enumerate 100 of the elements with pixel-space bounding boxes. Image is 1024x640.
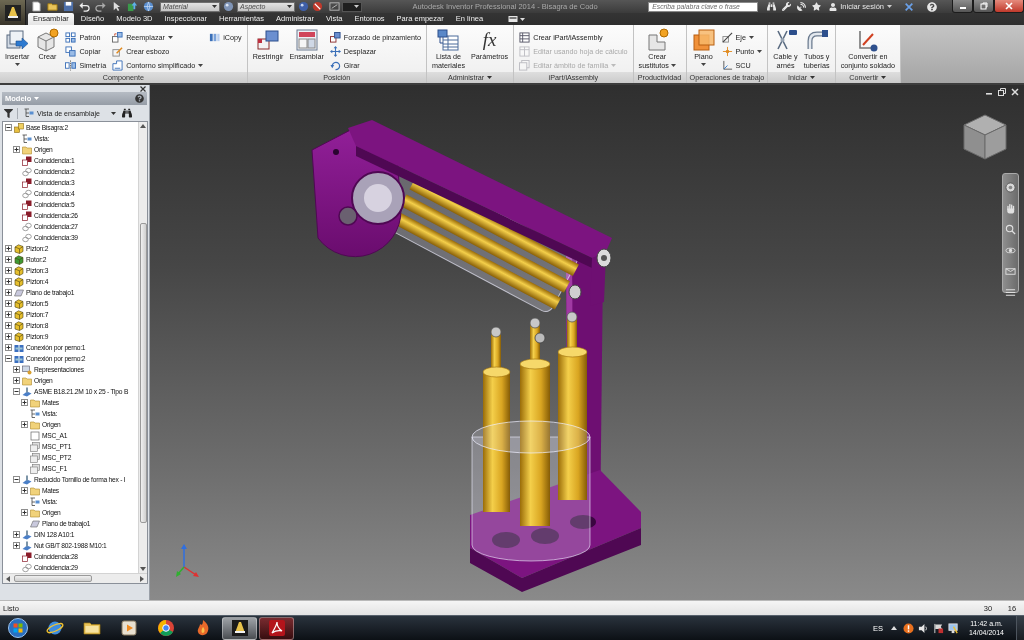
close-button[interactable] bbox=[994, 0, 1024, 13]
help-icon bbox=[927, 1, 937, 12]
expand-toggle[interactable] bbox=[21, 399, 28, 406]
expand-toggle[interactable] bbox=[5, 344, 12, 351]
folder-icon bbox=[30, 419, 40, 430]
tools-button[interactable] bbox=[779, 0, 794, 13]
collapse-toggle[interactable] bbox=[13, 476, 20, 483]
menu-lines-icon[interactable] bbox=[1005, 287, 1016, 298]
taskbar-button[interactable] bbox=[259, 616, 294, 640]
undo-icon bbox=[78, 1, 90, 12]
bars-icon bbox=[209, 31, 221, 43]
collapse-toggle[interactable] bbox=[5, 355, 12, 362]
grid-squares-icon bbox=[65, 31, 77, 43]
envelope-icon[interactable] bbox=[1005, 266, 1016, 277]
view-cube[interactable] bbox=[963, 113, 1008, 161]
expand-toggle[interactable] bbox=[5, 245, 12, 252]
expand-toggle[interactable] bbox=[5, 256, 12, 263]
caret-icon bbox=[701, 62, 707, 66]
model-viewport[interactable] bbox=[150, 85, 1024, 600]
view-tree-icon bbox=[22, 133, 32, 144]
expand-toggle[interactable] bbox=[5, 278, 12, 285]
undo-button[interactable] bbox=[77, 0, 91, 13]
expand-toggle[interactable] bbox=[13, 146, 20, 153]
minimize-button[interactable] bbox=[952, 0, 973, 13]
open-button[interactable] bbox=[45, 0, 59, 13]
exchange-button[interactable] bbox=[902, 0, 916, 13]
expand-toggle[interactable] bbox=[13, 366, 20, 373]
view-tree-icon bbox=[30, 496, 40, 507]
speaker-icon[interactable] bbox=[917, 622, 929, 634]
play-tile-icon bbox=[119, 619, 138, 637]
satellite-dish-icon bbox=[796, 2, 806, 11]
scroll-right-arrow-icon bbox=[140, 575, 144, 582]
collapse-toggle[interactable] bbox=[5, 124, 12, 131]
show-desktop-button[interactable] bbox=[1016, 615, 1024, 640]
expand-toggle[interactable] bbox=[21, 487, 28, 494]
taskbar-button[interactable] bbox=[222, 616, 257, 640]
constraint-squares-icon bbox=[22, 210, 32, 221]
expand-toggle[interactable] bbox=[21, 421, 28, 428]
communication-button[interactable] bbox=[794, 0, 809, 13]
expand-toggle[interactable] bbox=[13, 542, 20, 549]
expand-toggle[interactable] bbox=[13, 531, 20, 538]
scrollbar-thumb[interactable] bbox=[14, 575, 92, 582]
wheel-icon[interactable] bbox=[1005, 182, 1016, 193]
maximize-button[interactable] bbox=[973, 0, 994, 13]
help-icon[interactable] bbox=[135, 94, 144, 103]
caret-icon bbox=[887, 5, 892, 8]
filter-icon[interactable] bbox=[4, 108, 13, 118]
cross-icon bbox=[904, 1, 914, 12]
redo-icon bbox=[94, 1, 106, 12]
pan-hand-icon[interactable] bbox=[1005, 203, 1016, 214]
horizontal-scrollbar[interactable] bbox=[3, 573, 147, 583]
rotate-arrow-icon bbox=[329, 59, 341, 71]
flag-icon[interactable] bbox=[932, 622, 944, 634]
expand-toggle[interactable] bbox=[21, 509, 28, 516]
restore-icon[interactable] bbox=[998, 88, 1006, 96]
constraint-rings-icon bbox=[22, 562, 32, 573]
constraint-rings-icon bbox=[22, 188, 32, 199]
save-button[interactable] bbox=[61, 0, 75, 13]
update-button[interactable] bbox=[125, 0, 139, 13]
expand-toggle[interactable] bbox=[13, 377, 20, 384]
favorites-button[interactable] bbox=[809, 0, 824, 13]
alert-circle-icon[interactable] bbox=[902, 622, 914, 634]
expand-toggle[interactable] bbox=[5, 289, 12, 296]
monitor-icon[interactable] bbox=[947, 622, 959, 634]
redo-button[interactable] bbox=[93, 0, 107, 13]
view-tree-icon bbox=[30, 408, 40, 419]
caret-icon bbox=[670, 64, 676, 68]
zoom-icon[interactable] bbox=[1005, 224, 1016, 235]
pencil-square-icon bbox=[112, 45, 124, 57]
table-icon bbox=[519, 31, 531, 43]
application-menu-button[interactable] bbox=[0, 0, 26, 25]
parameters-dropdown[interactable] bbox=[342, 1, 362, 12]
move-arrows-icon bbox=[329, 45, 341, 57]
expand-toggle[interactable] bbox=[5, 333, 12, 340]
prohibition-icon bbox=[312, 1, 323, 12]
caret-icon bbox=[111, 111, 116, 115]
expand-toggle[interactable] bbox=[5, 311, 12, 318]
sheet-stack-icon bbox=[519, 59, 531, 71]
scroll-up-arrow-icon bbox=[140, 124, 146, 128]
new-button[interactable] bbox=[29, 0, 43, 13]
web-button[interactable] bbox=[141, 0, 155, 13]
orbit-icon[interactable] bbox=[1005, 245, 1016, 256]
collapse-toggle[interactable] bbox=[13, 388, 20, 395]
vertical-scrollbar[interactable] bbox=[138, 122, 147, 573]
expand-toggle[interactable] bbox=[5, 267, 12, 274]
bolt-connection-icon bbox=[14, 353, 24, 364]
help-button[interactable] bbox=[925, 0, 939, 13]
snap-blocks-icon bbox=[329, 31, 341, 43]
binoculars-icon[interactable] bbox=[122, 108, 132, 118]
search-help-button[interactable] bbox=[764, 0, 779, 13]
ribbon-display-toggle[interactable] bbox=[508, 13, 526, 25]
plane-icon bbox=[14, 287, 24, 298]
bolt-connection-icon bbox=[14, 342, 24, 353]
close-icon[interactable] bbox=[140, 85, 146, 92]
show-hidden-icons-icon[interactable] bbox=[890, 626, 897, 630]
expand-toggle[interactable] bbox=[5, 322, 12, 329]
expand-toggle[interactable] bbox=[5, 300, 12, 307]
scrollbar-thumb[interactable] bbox=[139, 223, 147, 523]
stacked-blocks-icon bbox=[294, 28, 319, 52]
caret-icon bbox=[611, 63, 617, 67]
